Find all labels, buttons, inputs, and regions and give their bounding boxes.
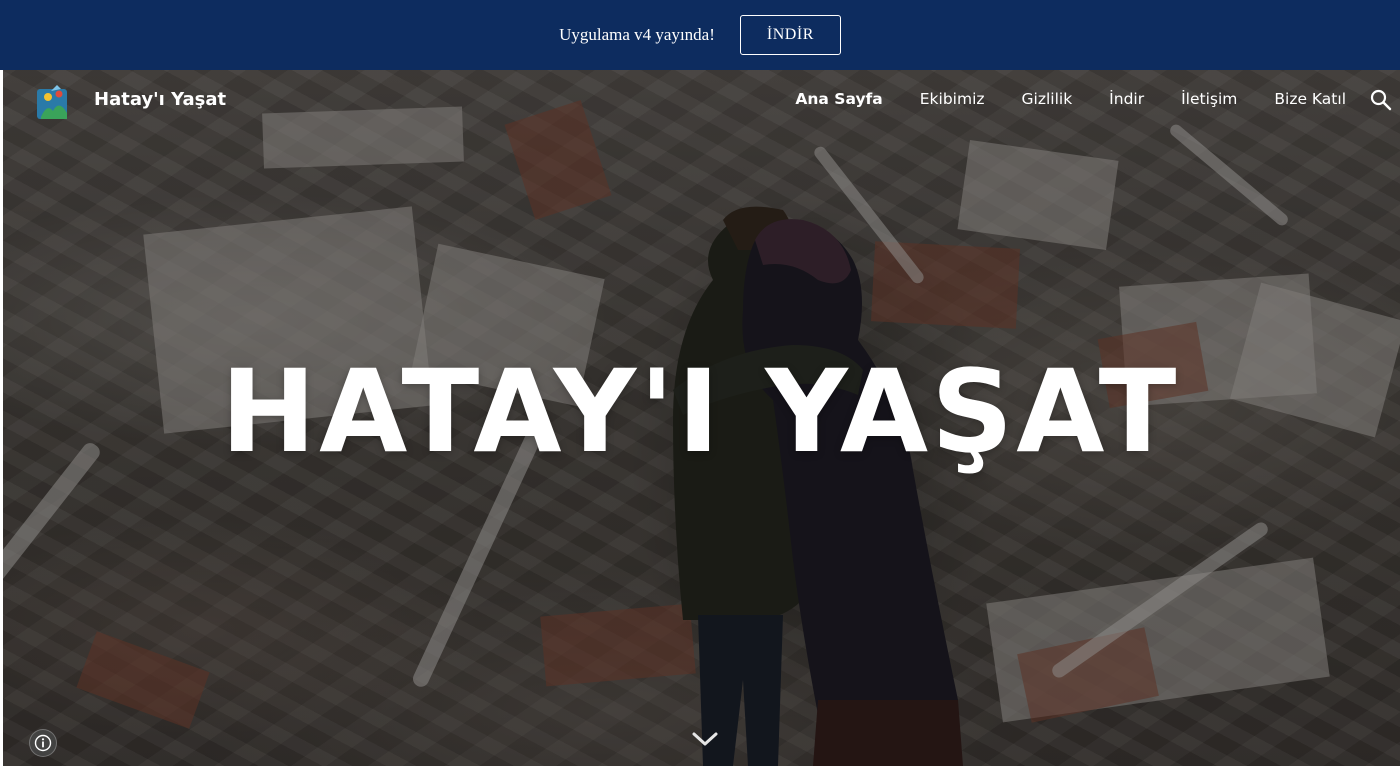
nav-item-ana-sayfa[interactable]: Ana Sayfa bbox=[795, 90, 882, 108]
nav-item-gizlilik[interactable]: Gizlilik bbox=[1022, 90, 1073, 108]
hatay-logo-icon[interactable] bbox=[35, 83, 73, 121]
nav-item-iletisim[interactable]: İletişim bbox=[1181, 90, 1237, 108]
site-header: Hatay'ı Yaşat Ana Sayfa Ekibimiz Gizlili… bbox=[3, 70, 1400, 132]
nav-item-bize-katil[interactable]: Bize Katıl bbox=[1274, 90, 1346, 108]
nav-item-ekibimiz[interactable]: Ekibimiz bbox=[920, 90, 985, 108]
site-title[interactable]: Hatay'ı Yaşat bbox=[94, 89, 226, 110]
chevron-down-icon[interactable] bbox=[691, 730, 719, 748]
announcement-text: Uygulama v4 yayında! bbox=[559, 25, 715, 44]
download-button[interactable]: İNDİR bbox=[739, 15, 841, 55]
main-nav: Ana Sayfa Ekibimiz Gizlilik İndir İletiş… bbox=[795, 90, 1346, 108]
search-icon[interactable] bbox=[1370, 89, 1392, 111]
info-button[interactable] bbox=[29, 729, 57, 757]
page-edge bbox=[0, 70, 3, 766]
nav-item-indir[interactable]: İndir bbox=[1109, 90, 1144, 108]
hero-title: HATAY'I YAŞAT bbox=[220, 345, 1180, 478]
announcement-bar: Uygulama v4 yayında! İNDİR bbox=[0, 0, 1400, 70]
info-icon bbox=[34, 734, 52, 752]
